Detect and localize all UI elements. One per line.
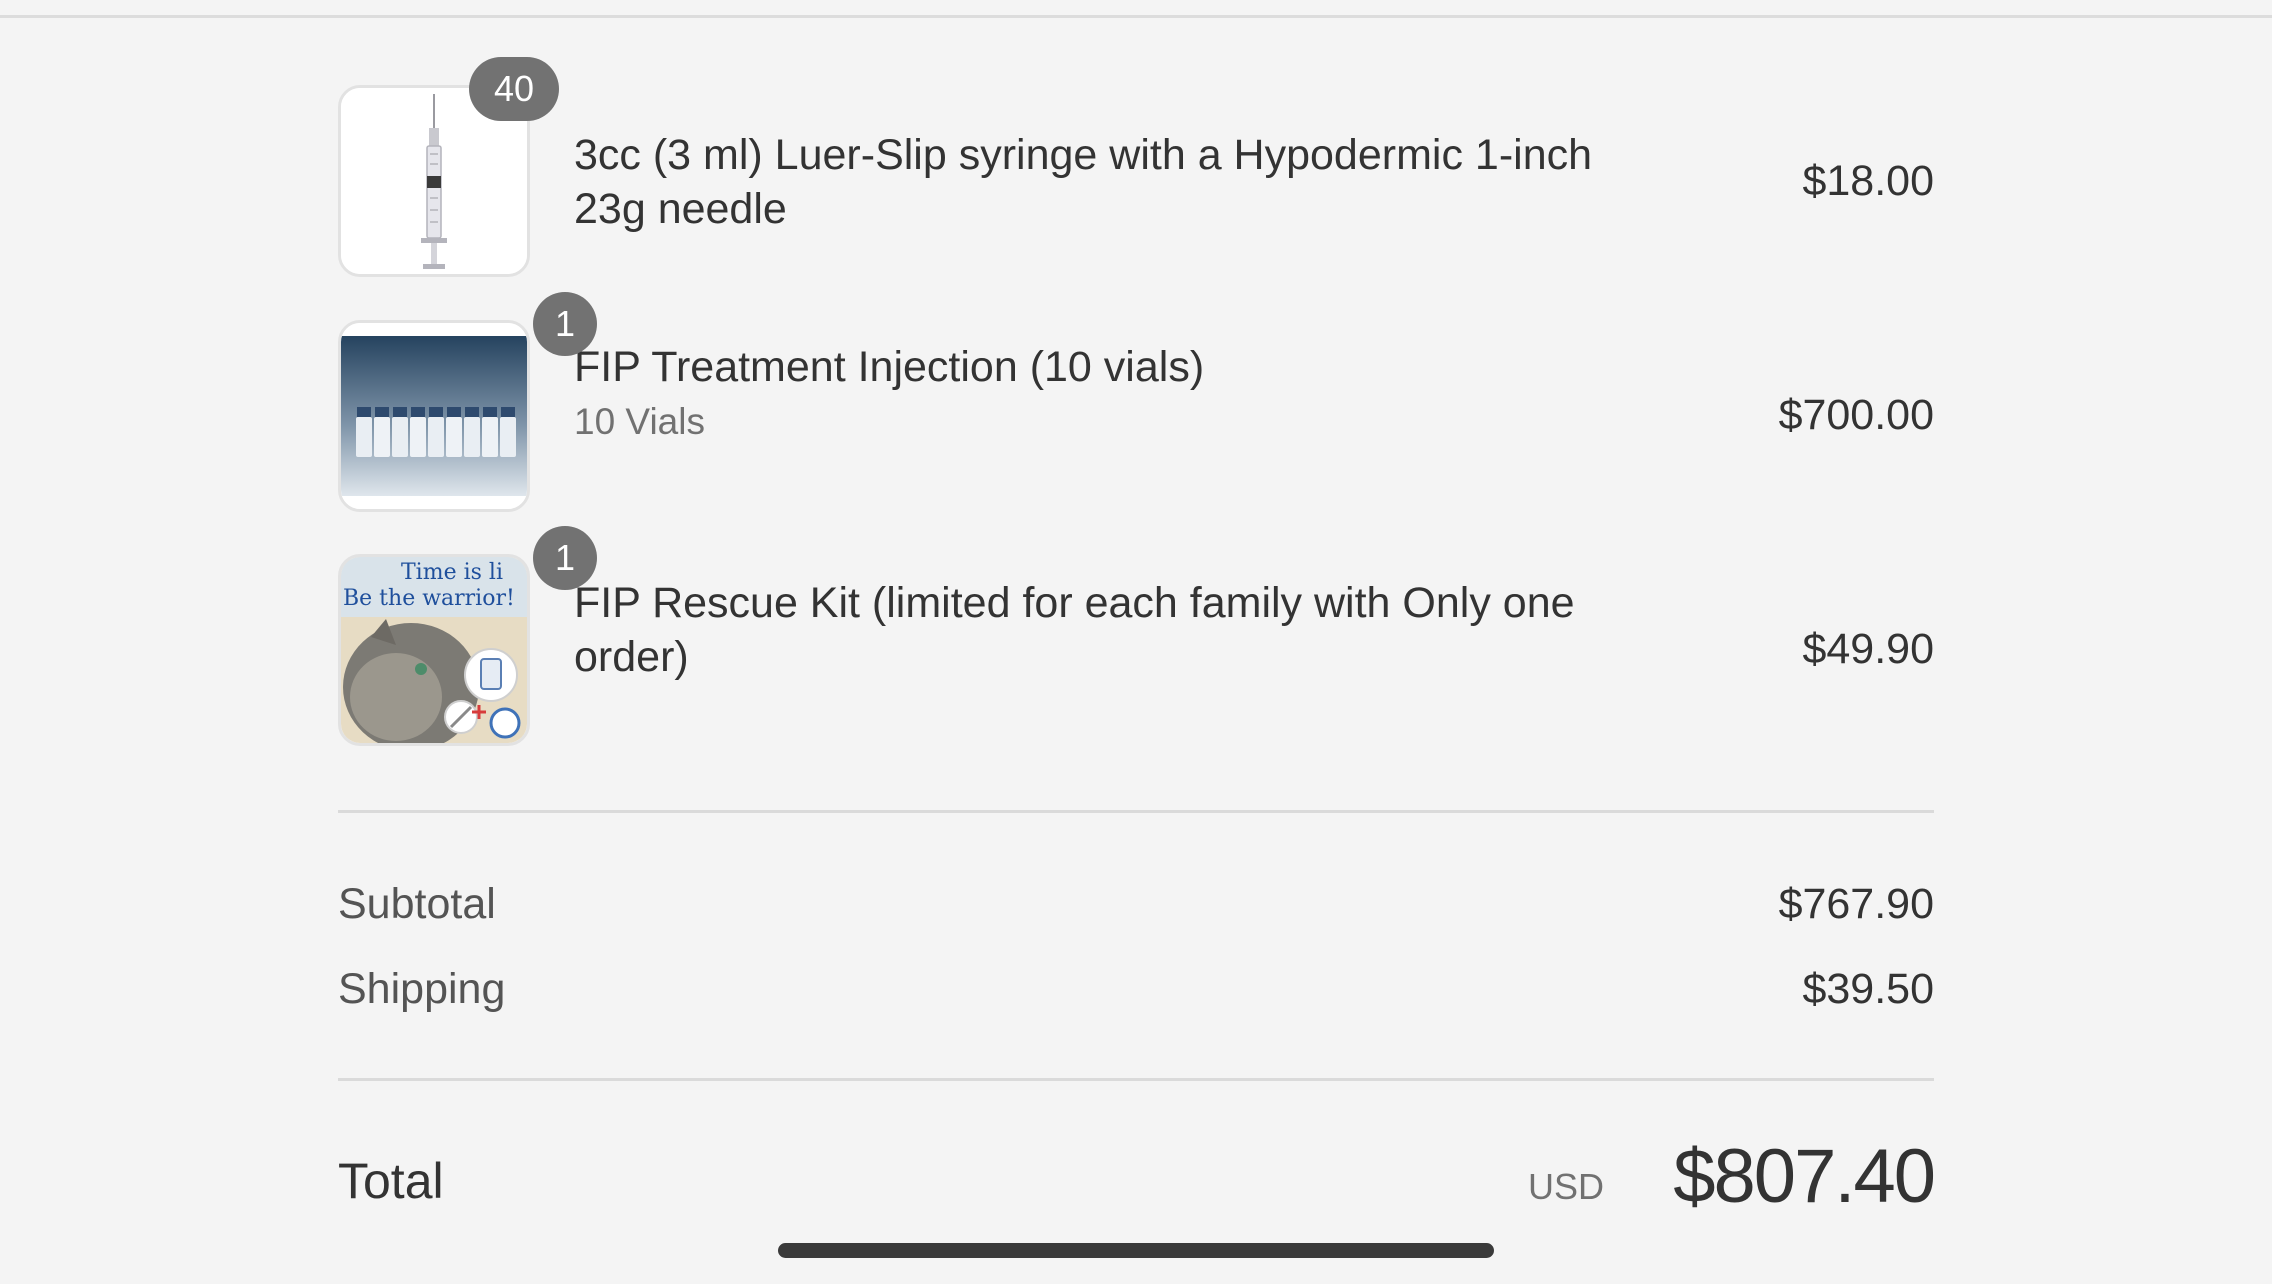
item-price: $49.90 <box>1802 625 1934 673</box>
quantity-badge: 1 <box>533 292 597 356</box>
rescue-kit-image: Time is li Be the warrior! <box>341 557 527 743</box>
shipping-value: $39.50 <box>1802 965 1934 1013</box>
quantity-badge: 1 <box>533 526 597 590</box>
shipping-row: Shipping $39.50 <box>338 959 1934 1019</box>
subtotal-value: $767.90 <box>1778 880 1934 928</box>
item-title: 3cc (3 ml) Luer-Slip syringe with a Hypo… <box>574 131 1593 233</box>
subtotal-label: Subtotal <box>338 880 496 928</box>
product-thumbnail: Time is li Be the warrior! <box>338 554 530 746</box>
product-thumbnail <box>338 320 530 512</box>
total-label: Total <box>338 1153 444 1209</box>
shipping-label: Shipping <box>338 965 506 1013</box>
line-item: 40 3cc (3 ml) Luer-Slip syringe with a H… <box>338 57 1934 277</box>
divider <box>338 1078 1934 1081</box>
kit-image-text: Time is li <box>401 560 503 585</box>
total-currency: USD <box>1527 1166 1604 1207</box>
item-price: $700.00 <box>1778 391 1934 439</box>
item-title: FIP Rescue Kit (limited for each family … <box>574 579 1575 681</box>
kit-image-text: Be the warrior! <box>343 586 515 611</box>
item-price: $18.00 <box>1802 157 1934 205</box>
total-amount: $807.40 <box>1673 1134 1936 1219</box>
top-divider <box>0 0 2272 18</box>
home-indicator[interactable] <box>778 1243 1494 1258</box>
total-row: Total USD $807.40 <box>338 1130 1936 1220</box>
item-variant: 10 Vials <box>574 401 705 442</box>
line-item: Time is li Be the warrior! 1 FIP Rescue … <box>338 526 1934 746</box>
item-title: FIP Treatment Injection (10 vials) <box>574 343 1205 391</box>
subtotal-row: Subtotal $767.90 <box>338 874 1934 934</box>
divider <box>338 810 1934 813</box>
line-item: 1 FIP Treatment Injection (10 vials) 10 … <box>338 292 1934 512</box>
quantity-badge: 40 <box>469 57 559 121</box>
vials-image <box>341 323 527 509</box>
